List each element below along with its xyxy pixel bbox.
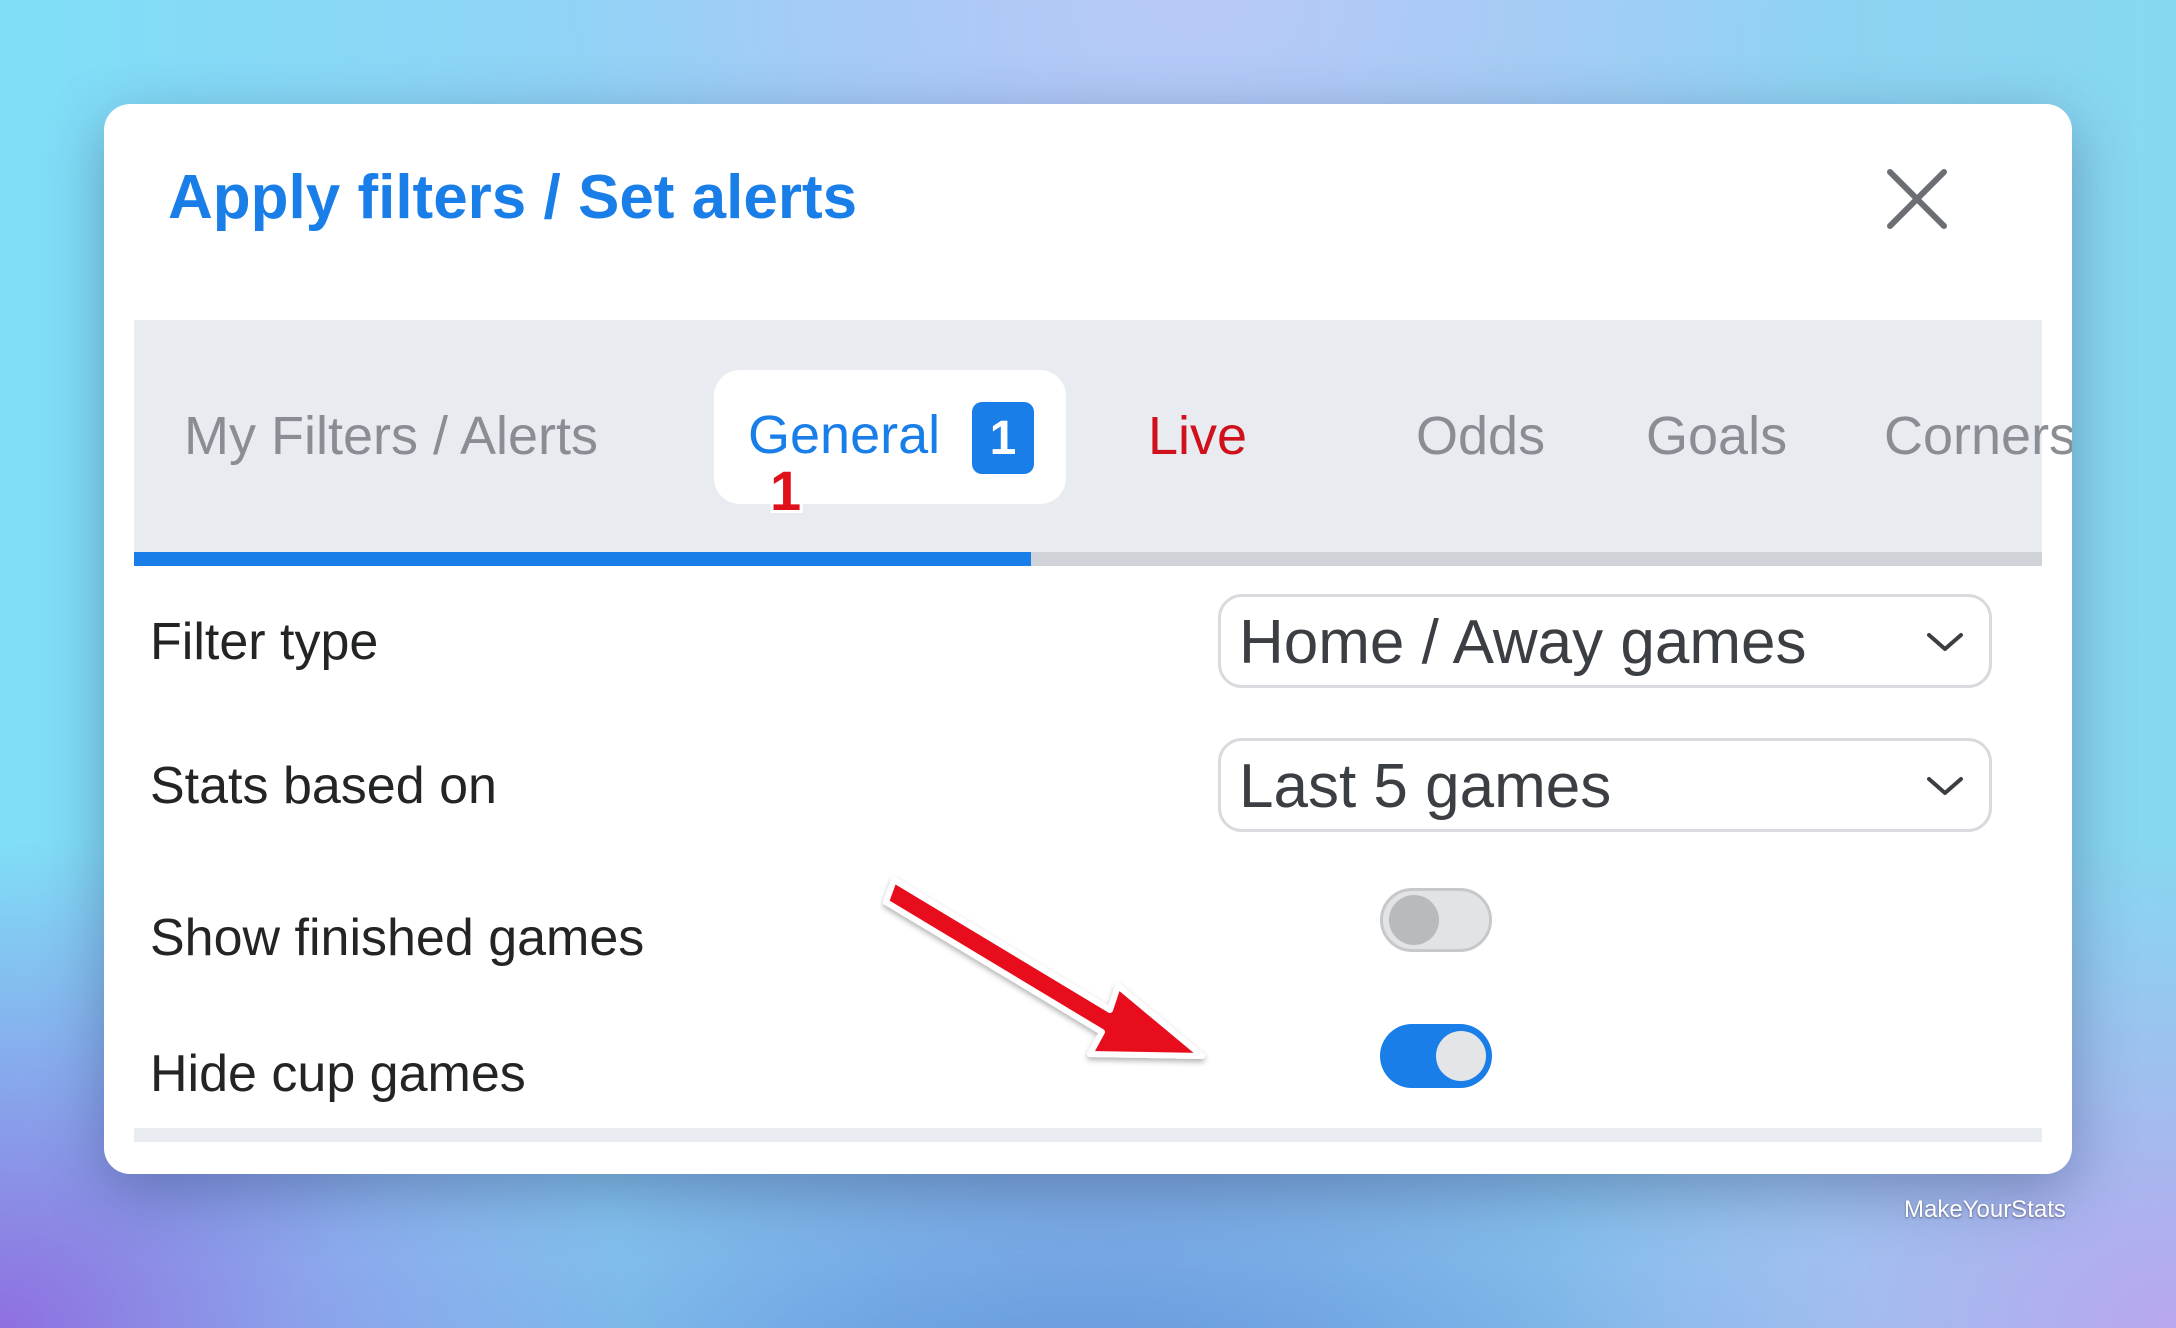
hide-cup-games-toggle[interactable] bbox=[1380, 1024, 1492, 1088]
step-annotation: 1 bbox=[770, 459, 802, 522]
toggle-knob bbox=[1436, 1031, 1486, 1081]
tab-goals[interactable]: Goals bbox=[1646, 320, 1787, 552]
hide-cup-games-label: Hide cup games bbox=[150, 1045, 526, 1103]
tab-progress-fill bbox=[134, 552, 1031, 566]
filters-dialog: Apply filters / Set alerts My Filters / … bbox=[104, 104, 2072, 1174]
tab-general-label: General bbox=[748, 405, 941, 465]
tab-progress-track bbox=[134, 552, 2042, 566]
chevron-down-icon bbox=[1927, 633, 1963, 651]
toggle-knob bbox=[1389, 895, 1439, 945]
show-finished-games-label: Show finished games bbox=[150, 909, 645, 967]
stats-based-on-select[interactable]: Last 5 games bbox=[1218, 738, 1992, 832]
tab-odds[interactable]: Odds bbox=[1416, 320, 1545, 552]
tab-general-badge: 1 bbox=[972, 402, 1034, 474]
close-button[interactable] bbox=[1882, 164, 1952, 234]
tabs-bar: My Filters / Alerts General 1 1 Live Odd… bbox=[134, 320, 2072, 552]
stats-based-on-label: Stats based on bbox=[150, 757, 497, 815]
watermark: MakeYourStats bbox=[1904, 1196, 2066, 1223]
dialog-title: Apply filters / Set alerts bbox=[168, 163, 858, 232]
show-finished-games-toggle[interactable] bbox=[1380, 888, 1492, 952]
close-icon bbox=[1887, 169, 1947, 229]
filter-type-label: Filter type bbox=[150, 613, 379, 671]
bottom-divider bbox=[134, 1128, 2042, 1142]
tab-my-filters-alerts[interactable]: My Filters / Alerts bbox=[184, 320, 598, 552]
chevron-down-icon bbox=[1927, 777, 1963, 795]
tab-live[interactable]: Live bbox=[1148, 320, 1247, 552]
tab-corners[interactable]: Corners bbox=[1884, 320, 2072, 552]
filter-type-value: Home / Away games bbox=[1239, 608, 1807, 677]
tab-general[interactable]: General 1 1 bbox=[714, 370, 1066, 522]
filter-type-select[interactable]: Home / Away games bbox=[1218, 594, 1992, 688]
stats-based-on-value: Last 5 games bbox=[1239, 752, 1612, 821]
